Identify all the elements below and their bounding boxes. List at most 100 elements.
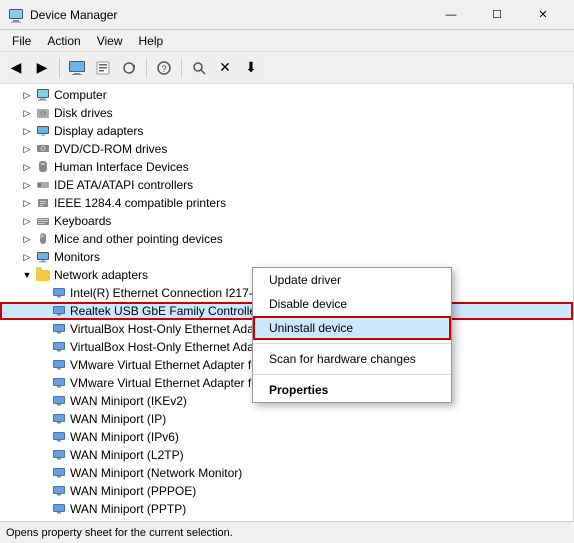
expand-realtek xyxy=(36,304,50,318)
label-network-adapters: Network adapters xyxy=(54,268,148,282)
wan-ip-icon xyxy=(51,411,67,427)
keyboards-icon xyxy=(35,213,51,229)
wan-l2tp-icon xyxy=(51,447,67,463)
expand-wan-sstp xyxy=(36,520,50,521)
ieee-icon xyxy=(35,195,51,211)
label-hid: Human Interface Devices xyxy=(54,160,189,174)
vbox1-icon xyxy=(51,321,67,337)
expand-display-adapters[interactable]: ▷ xyxy=(20,124,34,138)
label-computer: Computer xyxy=(54,88,107,102)
tree-item-ide[interactable]: ▷ IDE ATA/ATAPI controllers xyxy=(0,176,573,194)
expand-mice[interactable]: ▷ xyxy=(20,232,34,246)
wan-ikev2-icon xyxy=(51,393,67,409)
tree-item-hid[interactable]: ▷ Human Interface Devices xyxy=(0,158,573,176)
realtek-icon xyxy=(51,303,67,319)
label-keyboards: Keyboards xyxy=(54,214,111,228)
ctx-separator-1 xyxy=(253,343,451,344)
label-vmware1: VMware Virtual Ethernet Adapter fo... xyxy=(70,358,268,372)
tree-item-monitors[interactable]: ▷ Monitors xyxy=(0,248,573,266)
intel-eth-icon xyxy=(51,285,67,301)
down-button[interactable]: ⬇ xyxy=(239,56,263,80)
menu-bar: File Action View Help xyxy=(0,30,574,52)
expand-wan-monitor xyxy=(36,466,50,480)
menu-action[interactable]: Action xyxy=(39,32,88,50)
expand-wan-ikev2 xyxy=(36,394,50,408)
expand-monitors[interactable]: ▷ xyxy=(20,250,34,264)
tree-item-wan-pptp[interactable]: WAN Miniport (PPTP) xyxy=(0,500,573,518)
tree-item-wan-sstp[interactable]: WAN Miniport (SSTP) xyxy=(0,518,573,521)
forward-button[interactable]: ▶ xyxy=(30,56,54,80)
expand-vbox1 xyxy=(36,322,50,336)
context-menu: Update driver Disable device Uninstall d… xyxy=(252,267,452,403)
expand-ide[interactable]: ▷ xyxy=(20,178,34,192)
close-button[interactable]: ✕ xyxy=(520,0,566,30)
tree-item-wan-l2tp[interactable]: WAN Miniport (L2TP) xyxy=(0,446,573,464)
scan-button[interactable] xyxy=(187,56,211,80)
label-wan-l2tp: WAN Miniport (L2TP) xyxy=(70,448,184,462)
expand-ieee[interactable]: ▷ xyxy=(20,196,34,210)
label-ide: IDE ATA/ATAPI controllers xyxy=(54,178,193,192)
tree-item-mice[interactable]: ▷ Mice and other pointing devices xyxy=(0,230,573,248)
expand-vmware1 xyxy=(36,358,50,372)
tree-item-dvd-drives[interactable]: ▷ DVD/CD-ROM drives xyxy=(0,140,573,158)
expand-network-adapters[interactable]: ▼ xyxy=(20,268,34,282)
stop-button[interactable]: ✕ xyxy=(213,56,237,80)
minimize-button[interactable]: — xyxy=(428,0,474,30)
computer-icon xyxy=(35,87,51,103)
ctx-uninstall-device[interactable]: Uninstall device xyxy=(253,316,451,340)
tree-item-wan-ipv6[interactable]: WAN Miniport (IPv6) xyxy=(0,428,573,446)
refresh-button[interactable] xyxy=(117,56,141,80)
wan-pppoe-icon xyxy=(51,483,67,499)
label-mice: Mice and other pointing devices xyxy=(54,232,223,246)
label-vmware2: VMware Virtual Ethernet Adapter fo... xyxy=(70,376,268,390)
expand-computer[interactable]: ▷ xyxy=(20,88,34,102)
tree-item-computer[interactable]: ▷ Computer xyxy=(0,86,573,104)
dvd-drives-icon xyxy=(35,141,51,157)
expand-vbox2 xyxy=(36,340,50,354)
device-manager-button[interactable] xyxy=(65,56,89,80)
expand-dvd-drives[interactable]: ▷ xyxy=(20,142,34,156)
label-dvd-drives: DVD/CD-ROM drives xyxy=(54,142,167,156)
toolbar-separator-2 xyxy=(146,58,147,78)
properties-button[interactable] xyxy=(91,56,115,80)
help-button[interactable]: ? xyxy=(152,56,176,80)
menu-view[interactable]: View xyxy=(89,32,131,50)
ctx-separator-2 xyxy=(253,374,451,375)
tree-item-ieee[interactable]: ▷ IEEE 1284.4 compatible printers xyxy=(0,194,573,212)
tree-item-display-adapters[interactable]: ▷ Display adapters xyxy=(0,122,573,140)
label-monitors: Monitors xyxy=(54,250,100,264)
wan-ipv6-icon xyxy=(51,429,67,445)
device-tree[interactable]: ▷ Computer ▷ Disk drives ▷ Display adapt… xyxy=(0,84,574,521)
ctx-scan[interactable]: Scan for hardware changes xyxy=(253,347,451,371)
expand-wan-ip xyxy=(36,412,50,426)
back-button[interactable]: ◀ xyxy=(4,56,28,80)
menu-file[interactable]: File xyxy=(4,32,39,50)
wan-monitor-icon xyxy=(51,465,67,481)
vbox2-icon xyxy=(51,339,67,355)
label-display-adapters: Display adapters xyxy=(54,124,143,138)
ctx-disable-device[interactable]: Disable device xyxy=(253,292,451,316)
network-adapters-folder-icon xyxy=(35,267,51,283)
tree-item-wan-ip[interactable]: WAN Miniport (IP) xyxy=(0,410,573,428)
ctx-update-driver[interactable]: Update driver xyxy=(253,268,451,292)
label-intel-eth: Intel(R) Ethernet Connection I217-LM xyxy=(70,286,269,300)
expand-wan-pptp xyxy=(36,502,50,516)
vmware1-icon xyxy=(51,357,67,373)
tree-item-disk-drives[interactable]: ▷ Disk drives xyxy=(0,104,573,122)
tree-item-keyboards[interactable]: ▷ Keyboards xyxy=(0,212,573,230)
wan-sstp-icon xyxy=(51,519,67,521)
label-realtek: Realtek USB GbE Family Controller xyxy=(70,304,260,318)
monitors-icon xyxy=(35,249,51,265)
tree-item-wan-pppoe[interactable]: WAN Miniport (PPPOE) xyxy=(0,482,573,500)
tree-item-wan-monitor[interactable]: WAN Miniport (Network Monitor) xyxy=(0,464,573,482)
label-wan-pptp: WAN Miniport (PPTP) xyxy=(70,502,186,516)
maximize-button[interactable]: ☐ xyxy=(474,0,520,30)
label-wan-ipv6: WAN Miniport (IPv6) xyxy=(70,430,179,444)
toolbar-separator-3 xyxy=(181,58,182,78)
expand-disk-drives[interactable]: ▷ xyxy=(20,106,34,120)
expand-keyboards[interactable]: ▷ xyxy=(20,214,34,228)
label-wan-monitor: WAN Miniport (Network Monitor) xyxy=(70,466,242,480)
menu-help[interactable]: Help xyxy=(131,32,172,50)
expand-hid[interactable]: ▷ xyxy=(20,160,34,174)
ctx-properties[interactable]: Properties xyxy=(253,378,451,402)
